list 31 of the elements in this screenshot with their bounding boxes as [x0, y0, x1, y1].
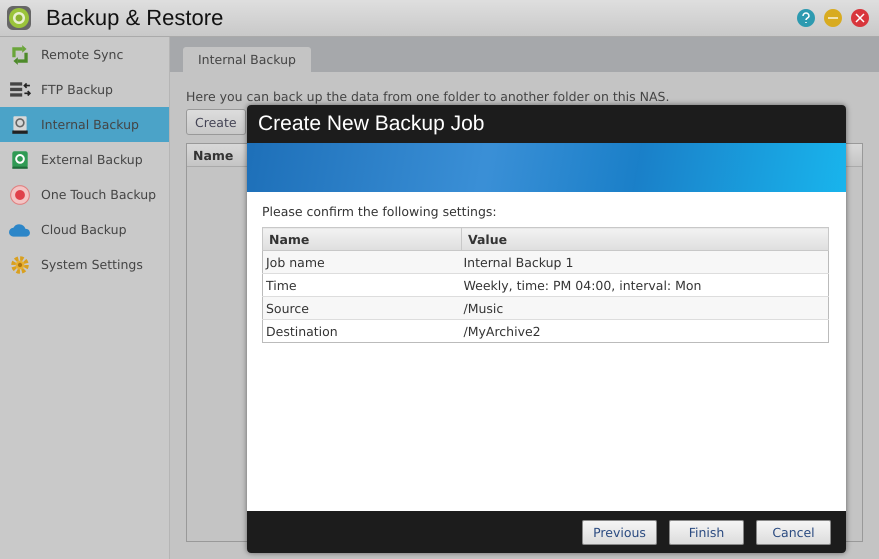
finish-button[interactable]: Finish — [669, 520, 744, 544]
create-button[interactable]: Create — [186, 109, 246, 135]
table-cell: Source — [262, 296, 462, 320]
sidebar-item[interactable]: System Settings — [0, 247, 169, 282]
sidebar-item[interactable]: Internal Backup — [0, 107, 169, 142]
help-icon[interactable] — [797, 9, 815, 27]
description-text: Here you can back up the data from one folder to another folder on this NAS. — [186, 89, 670, 104]
sidebar-item[interactable]: One Touch Backup — [0, 177, 169, 212]
sidebar-item[interactable]: Cloud Backup — [0, 212, 169, 247]
previous-button[interactable]: Previous — [582, 520, 657, 544]
table-cell: Destination — [262, 320, 462, 342]
table-cell: Internal Backup 1 — [462, 250, 828, 274]
column-header[interactable]: Name — [193, 148, 234, 162]
minimize-icon[interactable] — [824, 9, 842, 27]
sidebar-item[interactable]: Remote Sync — [0, 37, 169, 72]
app-logo-icon — [6, 5, 32, 31]
sidebar-item[interactable]: External Backup — [0, 142, 169, 177]
close-icon[interactable] — [851, 9, 869, 27]
column-header: Name — [262, 228, 462, 250]
sidebar-item[interactable]: FTP Backup — [0, 72, 169, 107]
tab[interactable]: Internal Backup — [183, 47, 311, 72]
gear-icon — [9, 254, 31, 276]
record-button-icon — [9, 184, 31, 206]
column-header: Value — [462, 228, 828, 250]
cancel-button[interactable]: Cancel — [756, 520, 831, 544]
prompt-text: Please confirm the following settings: — [262, 204, 498, 219]
dialog-title: Create New Backup Job — [258, 112, 484, 136]
table-cell: Job name — [262, 250, 462, 274]
table-cell: /MyArchive2 — [462, 320, 828, 342]
table-cell: /Music — [462, 296, 828, 320]
window-title: Backup & Restore — [46, 5, 224, 31]
